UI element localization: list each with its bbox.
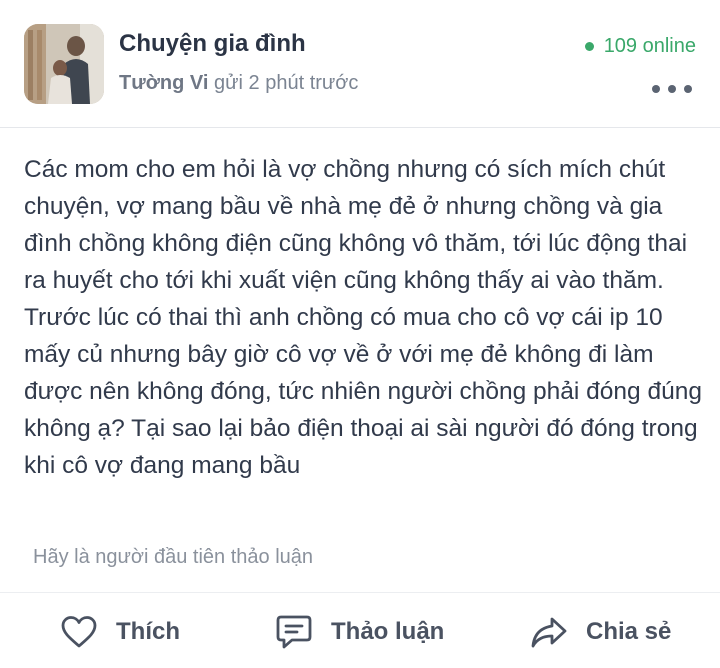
post-meta: Tường Vi gửi 2 phút trước [119, 72, 358, 95]
chat-bubble-icon [276, 615, 312, 649]
like-label: Thích [116, 618, 180, 645]
post-actions: Thích Thảo luận Chia sẻ [0, 606, 720, 658]
author-name[interactable]: Tường Vi [119, 72, 208, 94]
dot [684, 85, 692, 93]
group-avatar[interactable] [24, 24, 104, 104]
online-dot-icon [584, 42, 594, 51]
group-avatar-photo [24, 24, 104, 104]
share-button[interactable]: Chia sẻ [530, 606, 671, 658]
dot [668, 85, 676, 93]
online-count: 109 online [603, 35, 696, 57]
header-divider [0, 127, 720, 128]
discuss-button[interactable]: Thảo luận [275, 606, 444, 658]
discuss-label: Thảo luận [331, 618, 445, 645]
share-label: Chia sẻ [586, 618, 672, 645]
more-dots-icon[interactable] [652, 82, 692, 96]
post-content: Các mom cho em hỏi là vợ chồng nhưng có … [24, 156, 702, 479]
heart-icon [61, 616, 97, 648]
online-status: 109 online [584, 35, 696, 58]
actions-divider [0, 592, 720, 593]
discussion-empty-note: Hãy là người đầu tiên thảo luận [33, 546, 314, 568]
post-header: Chuyện gia đình 109 online Tường Vi gửi … [0, 0, 720, 127]
group-name[interactable]: Chuyện gia đình [119, 30, 306, 58]
dot [652, 85, 660, 93]
share-arrow-icon [531, 617, 567, 648]
like-button[interactable]: Thích [60, 606, 180, 658]
post-time: gửi 2 phút trước [214, 72, 359, 94]
